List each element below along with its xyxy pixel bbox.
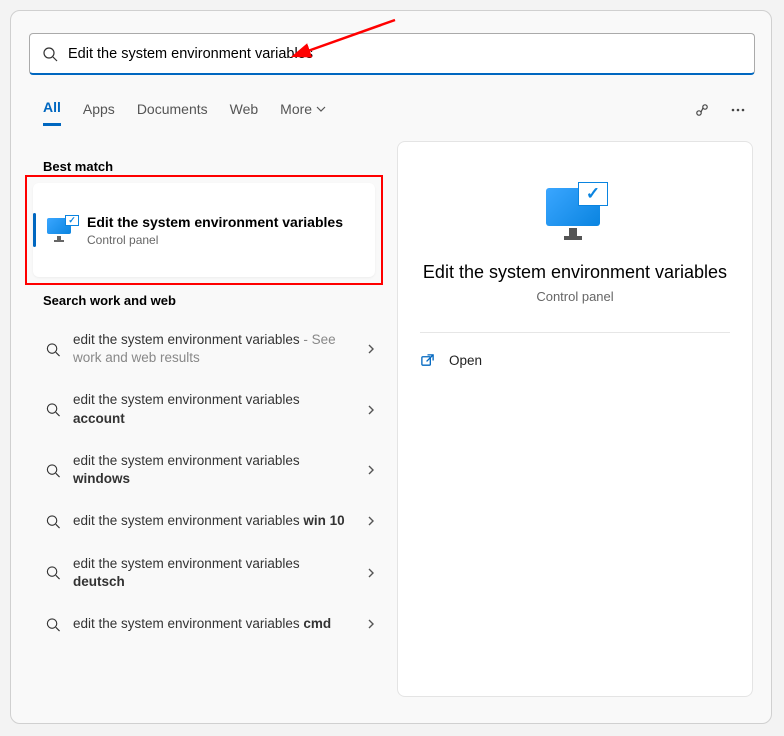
org-icon[interactable] [693, 101, 711, 119]
search-icon [45, 617, 61, 632]
search-icon [45, 565, 61, 580]
suggestion-item[interactable]: edit the system environment variables - … [43, 319, 379, 379]
chevron-right-icon [365, 515, 377, 527]
suggestion-text: edit the system environment variables cm… [73, 615, 353, 633]
suggestion-item[interactable]: edit the system environment variables wi… [43, 440, 379, 500]
search-icon [45, 342, 61, 357]
chevron-right-icon [365, 464, 377, 476]
control-panel-icon: ✓ [47, 218, 75, 242]
search-input[interactable] [68, 46, 742, 62]
best-match-subtitle: Control panel [87, 233, 343, 247]
open-action[interactable]: Open [420, 353, 482, 368]
search-bar[interactable] [29, 33, 755, 75]
chevron-right-icon [365, 618, 377, 630]
suggestion-item[interactable]: edit the system environment variables de… [43, 543, 379, 603]
open-label: Open [449, 353, 482, 368]
tab-web[interactable]: Web [230, 101, 259, 125]
search-icon [45, 402, 61, 417]
suggestion-item[interactable]: edit the system environment variables wi… [43, 500, 379, 542]
detail-panel: ✓ Edit the system environment variables … [397, 141, 753, 697]
search-tabs: All Apps Documents Web More [43, 99, 326, 126]
tab-more[interactable]: More [280, 101, 326, 125]
suggestion-text: edit the system environment variables - … [73, 331, 353, 367]
open-icon [420, 353, 435, 368]
tab-all[interactable]: All [43, 99, 61, 126]
more-icon[interactable] [729, 101, 747, 119]
control-panel-icon: ✓ [542, 182, 608, 240]
best-match-result[interactable]: ✓ Edit the system environment variables … [33, 183, 375, 277]
chevron-right-icon [365, 404, 377, 416]
suggestion-text: edit the system environment variables ac… [73, 391, 353, 427]
detail-subtitle: Control panel [536, 289, 613, 304]
best-match-label: Best match [43, 159, 113, 174]
chevron-down-icon [316, 104, 326, 114]
search-icon [45, 463, 61, 478]
tab-documents[interactable]: Documents [137, 101, 208, 125]
best-match-title: Edit the system environment variables [87, 213, 343, 231]
search-icon [45, 514, 61, 529]
suggestion-text: edit the system environment variables wi… [73, 452, 353, 488]
search-icon [42, 46, 58, 62]
suggestion-text: edit the system environment variables wi… [73, 512, 353, 530]
header-actions [693, 101, 747, 119]
detail-title: Edit the system environment variables [403, 262, 747, 283]
chevron-right-icon [365, 343, 377, 355]
chevron-right-icon [365, 567, 377, 579]
tab-apps[interactable]: Apps [83, 101, 115, 125]
suggestion-text: edit the system environment variables de… [73, 555, 353, 591]
search-flyout: All Apps Documents Web More Best match ✓… [10, 10, 772, 724]
suggestion-item[interactable]: edit the system environment variables cm… [43, 603, 379, 645]
suggestion-list: edit the system environment variables - … [43, 319, 379, 645]
divider [420, 332, 730, 333]
suggestion-item[interactable]: edit the system environment variables ac… [43, 379, 379, 439]
work-web-label: Search work and web [43, 293, 176, 308]
